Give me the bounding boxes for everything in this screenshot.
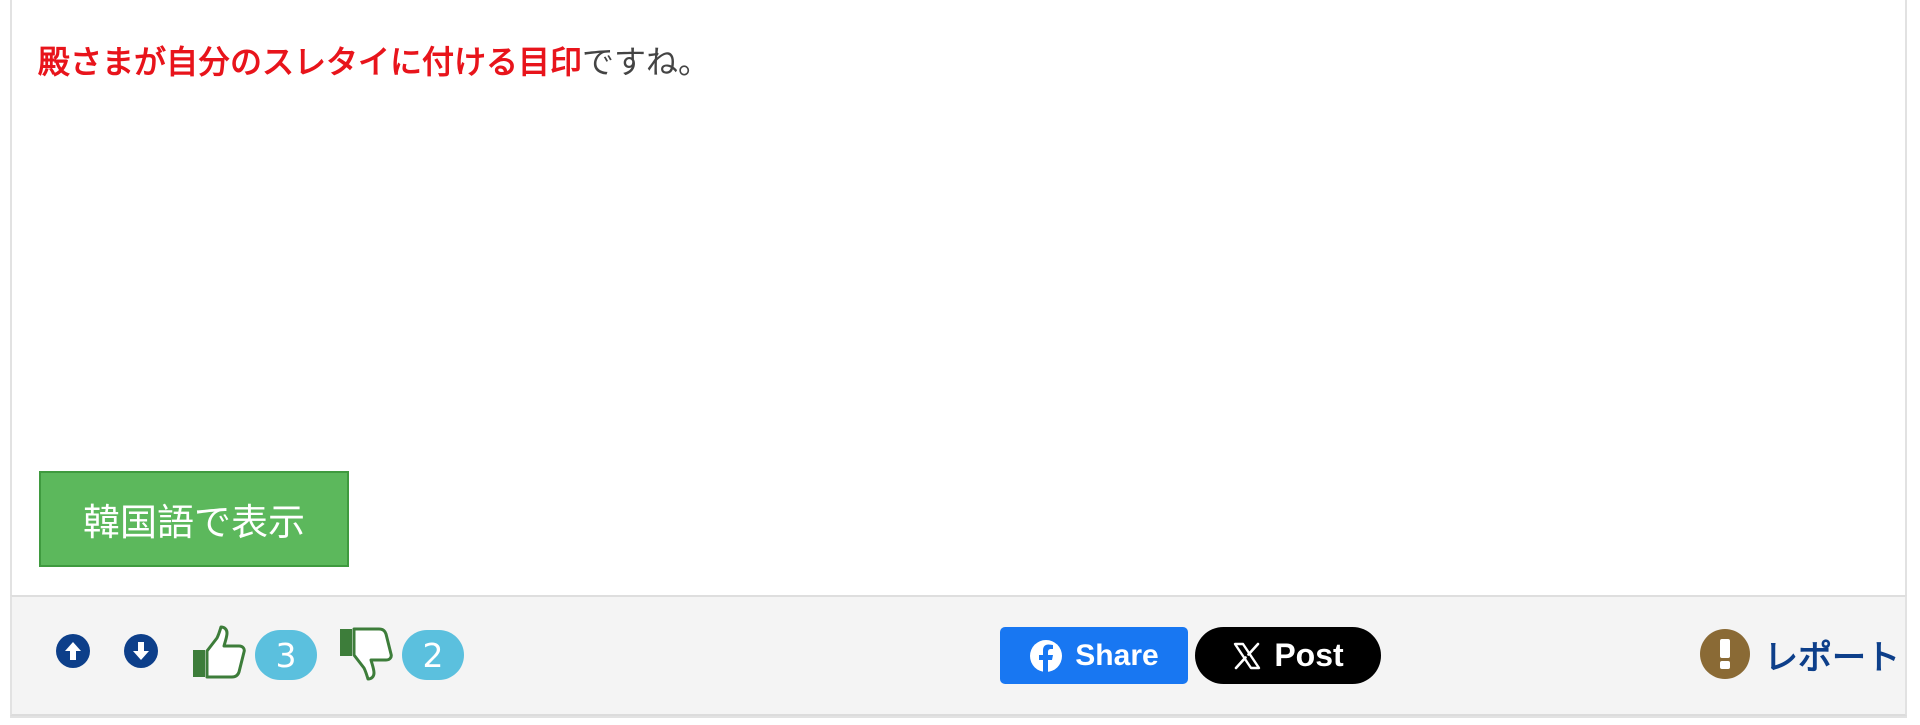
like-count-badge: 3 <box>255 630 317 680</box>
facebook-share-button[interactable]: Share <box>1000 627 1188 684</box>
thumbs-down-icon <box>340 627 393 681</box>
report-label: レポート <box>1764 637 1900 678</box>
exclamation-icon <box>1700 629 1750 679</box>
dislike-button[interactable] <box>338 626 394 686</box>
facebook-icon <box>1030 639 1063 673</box>
scroll-down-button[interactable] <box>124 634 158 668</box>
x-logo-icon <box>1234 642 1261 669</box>
like-button[interactable] <box>191 624 247 684</box>
arrow-down-icon <box>133 642 149 660</box>
comment-rest-text: ですね。 <box>582 43 711 81</box>
scroll-up-button[interactable] <box>56 634 90 668</box>
thumbs-up-icon <box>193 625 246 679</box>
arrow-up-icon <box>65 642 81 660</box>
translate-korean-button[interactable]: 韓国語で表示 <box>39 471 349 567</box>
dislike-count-badge: 2 <box>402 630 464 680</box>
comment-highlight-text: 殿さまが自分のスレタイに付ける目印 <box>38 43 583 81</box>
x-post-button[interactable]: Post <box>1195 627 1381 684</box>
facebook-share-label: Share <box>1075 638 1159 672</box>
comment-body: 殿さまが自分のスレタイに付ける目印ですね。 <box>38 42 710 82</box>
x-post-label: Post <box>1274 637 1344 673</box>
report-link[interactable]: レポート <box>1700 628 1900 680</box>
